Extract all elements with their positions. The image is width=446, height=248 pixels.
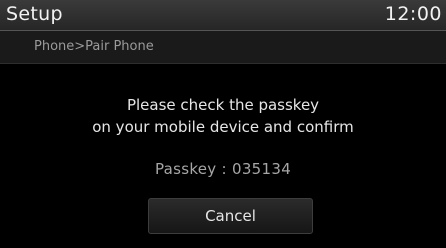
page-title: Setup bbox=[6, 3, 63, 25]
clock: 12:00 bbox=[384, 3, 442, 25]
message-line-1: Please check the passkey bbox=[126, 96, 320, 114]
breadcrumb-bar: Phone>Pair Phone bbox=[0, 31, 446, 64]
passkey-value: Passkey : 035134 bbox=[154, 160, 292, 178]
setup-screen: Setup 12:00 Phone>Pair Phone Please chec… bbox=[0, 0, 446, 248]
message-line-2: on your mobile device and confirm bbox=[92, 118, 354, 136]
cancel-button[interactable]: Cancel bbox=[148, 198, 313, 234]
passkey-message: Please check the passkey on your mobile … bbox=[0, 94, 446, 138]
passkey-dialog: Please check the passkey on your mobile … bbox=[0, 64, 446, 248]
title-bar: Setup 12:00 bbox=[0, 0, 446, 31]
breadcrumb: Phone>Pair Phone bbox=[34, 39, 154, 54]
